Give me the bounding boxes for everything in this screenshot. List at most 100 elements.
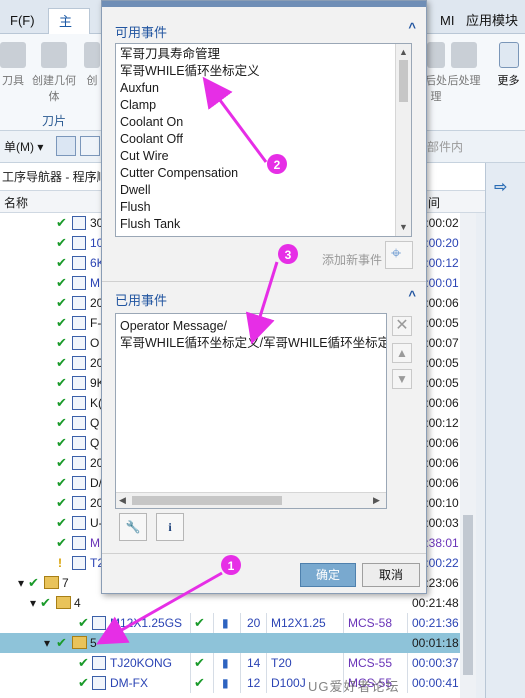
available-events-header[interactable]: 可用事件 ^ bbox=[102, 15, 426, 45]
available-events-list[interactable]: 军哥刀具寿命管理 军哥WHILE循环坐标定义 Auxfun Clamp Coolant … bbox=[115, 43, 412, 237]
available-event-item[interactable]: Auxfun bbox=[120, 80, 159, 97]
used-events-header[interactable]: 已用事件 ^ bbox=[102, 283, 426, 313]
operation-icon bbox=[72, 476, 86, 490]
available-event-item[interactable]: Clamp bbox=[120, 97, 156, 114]
move-down-icon[interactable]: ▼ bbox=[392, 369, 412, 389]
menu-dropdown[interactable]: 单(M) ▾ bbox=[4, 138, 43, 155]
menu-dropdown-label: 单(M) bbox=[4, 140, 34, 154]
tool-name: D100J bbox=[271, 676, 306, 690]
move-up-icon[interactable]: ▲ bbox=[392, 343, 412, 363]
check-icon: ✔ bbox=[56, 415, 67, 430]
used-events-list[interactable]: Operator Message/军哥WHILE循环坐标定义/军哥WHILE循环… bbox=[115, 313, 387, 509]
section-divider bbox=[102, 281, 426, 282]
tab-home[interactable]: 主页 bbox=[48, 8, 90, 55]
wrench-icon[interactable]: 🔧 bbox=[119, 513, 147, 541]
scroll-left-icon[interactable]: ◀ bbox=[119, 495, 126, 506]
postprocess-button[interactable]: 后处理 bbox=[441, 42, 487, 88]
tool-number: 20 bbox=[247, 616, 261, 630]
operation-time: 00:00:37 bbox=[412, 656, 459, 670]
tree-scrollbar[interactable] bbox=[460, 213, 476, 698]
available-event-item[interactable]: Cutter Compensation bbox=[120, 165, 238, 182]
grid-line bbox=[343, 613, 344, 633]
mcs-name: MCS-55 bbox=[348, 656, 393, 670]
more-button[interactable]: 更多 bbox=[492, 42, 525, 88]
grid-line bbox=[266, 653, 267, 673]
expand-toggle-icon[interactable]: ▾ bbox=[18, 573, 24, 593]
check-icon: ✔ bbox=[56, 475, 67, 490]
available-event-item[interactable]: Coolant On bbox=[120, 114, 183, 131]
available-scroll-thumb[interactable] bbox=[399, 60, 408, 102]
path-status-icon: ✔ bbox=[194, 675, 205, 690]
scroll-down-icon[interactable]: ▼ bbox=[399, 222, 408, 232]
expand-arrow-icon[interactable]: ⇨ bbox=[494, 177, 507, 197]
watermark: UG爱好者论坛 WWW.UGSNX.COM bbox=[308, 679, 440, 698]
folder-icon bbox=[72, 636, 87, 649]
column-time-header[interactable]: 间 bbox=[428, 194, 440, 211]
footer-divider bbox=[102, 553, 426, 554]
grid-line bbox=[266, 673, 267, 693]
operation-icon bbox=[92, 676, 106, 690]
cancel-button[interactable]: 取消 bbox=[362, 563, 420, 587]
available-event-item[interactable]: 军哥WHILE循环坐标定义 bbox=[120, 63, 260, 80]
collapse-icon[interactable]: ^ bbox=[408, 288, 416, 303]
used-event-item[interactable]: 军哥WHILE循环坐标定义/军哥WHILE循环坐标定义 bbox=[120, 335, 386, 352]
machine-view-icon[interactable] bbox=[80, 136, 100, 156]
table-row[interactable]: ✔ M12X1.25GS ✔ ▮ 20 M12X1.25 MCS-58 00:21:36 bbox=[0, 613, 460, 633]
create-geometry-label: 创建几何体 bbox=[32, 75, 76, 103]
ok-button[interactable]: 确定 bbox=[300, 563, 356, 587]
tab-application[interactable]: 应用模块 bbox=[462, 8, 525, 34]
grid-line bbox=[240, 613, 241, 633]
operation-icon bbox=[72, 416, 86, 430]
scroll-right-icon[interactable]: ▶ bbox=[373, 495, 380, 506]
operation-time: 00:21:36 bbox=[412, 616, 459, 630]
expand-toggle-icon[interactable]: ▾ bbox=[44, 633, 50, 653]
group-row[interactable]: ▾ ✔ 4 00:21:48 bbox=[0, 593, 460, 613]
check-icon: ✔ bbox=[78, 615, 89, 630]
folder-icon bbox=[44, 576, 59, 589]
group-label-inserts: 刀片 bbox=[42, 114, 67, 128]
scope-filter-label[interactable]: 部件内 bbox=[427, 138, 463, 155]
expand-toggle-icon[interactable]: ▾ bbox=[30, 593, 36, 613]
tree-scroll-thumb[interactable] bbox=[463, 515, 473, 675]
program-view-icon[interactable] bbox=[56, 136, 76, 156]
check-icon: ✔ bbox=[56, 335, 67, 350]
delete-event-icon[interactable]: ✕ bbox=[392, 316, 412, 336]
available-event-item[interactable]: Flush Tank bbox=[120, 216, 180, 233]
check-icon: ✔ bbox=[56, 355, 67, 370]
tab-mi[interactable]: MI bbox=[430, 8, 464, 34]
grid-line bbox=[407, 613, 408, 633]
table-row[interactable]: ✔ TJ20KONG ✔ ▮ 14 T20 MCS-55 00:00:37 bbox=[0, 653, 460, 673]
used-list-hscrollbar[interactable]: ◀ ▶ bbox=[116, 492, 386, 508]
used-scroll-thumb[interactable] bbox=[132, 496, 282, 505]
available-event-item[interactable]: 军哥刀具寿命管理 bbox=[120, 46, 220, 63]
check-icon: ✔ bbox=[56, 255, 67, 270]
available-list-scrollbar[interactable]: ▲ ▼ bbox=[395, 44, 411, 236]
postprocess-icon bbox=[451, 42, 477, 68]
operation-icon bbox=[72, 376, 86, 390]
create-geometry-button[interactable]: 创建几何体 bbox=[28, 42, 80, 104]
used-events-title: 已用事件 bbox=[115, 293, 168, 308]
check-icon: ✔ bbox=[56, 515, 67, 530]
operation-icon bbox=[72, 296, 86, 310]
used-event-item[interactable]: Operator Message/ bbox=[120, 318, 227, 335]
group-row[interactable]: ▾ ✔ 5 00:01:18 bbox=[0, 633, 460, 653]
available-event-item[interactable]: Cut Wire bbox=[120, 148, 169, 165]
column-name-header[interactable]: 名称 bbox=[4, 194, 28, 211]
operation-icon bbox=[72, 336, 86, 350]
tab-file[interactable]: F(F) bbox=[0, 8, 48, 34]
available-event-item[interactable]: Coolant Off bbox=[120, 131, 183, 148]
operation-name: DM-FX bbox=[110, 676, 148, 690]
operation-icon bbox=[72, 356, 86, 370]
info-icon[interactable]: i bbox=[156, 513, 184, 541]
create-button[interactable]: 创 bbox=[82, 42, 102, 88]
collapse-icon[interactable]: ^ bbox=[408, 20, 416, 35]
available-event-item[interactable]: Flush bbox=[120, 199, 151, 216]
available-event-item[interactable]: Dwell bbox=[120, 182, 151, 199]
grid-line bbox=[213, 673, 214, 693]
scroll-up-icon[interactable]: ▲ bbox=[399, 47, 408, 57]
tool-number: 14 bbox=[247, 656, 261, 670]
add-new-event-button[interactable]: ⌖ bbox=[385, 241, 413, 269]
folder-icon bbox=[56, 596, 71, 609]
tool-type-icon: ▮ bbox=[222, 616, 229, 630]
operation-name: M bbox=[90, 276, 100, 290]
